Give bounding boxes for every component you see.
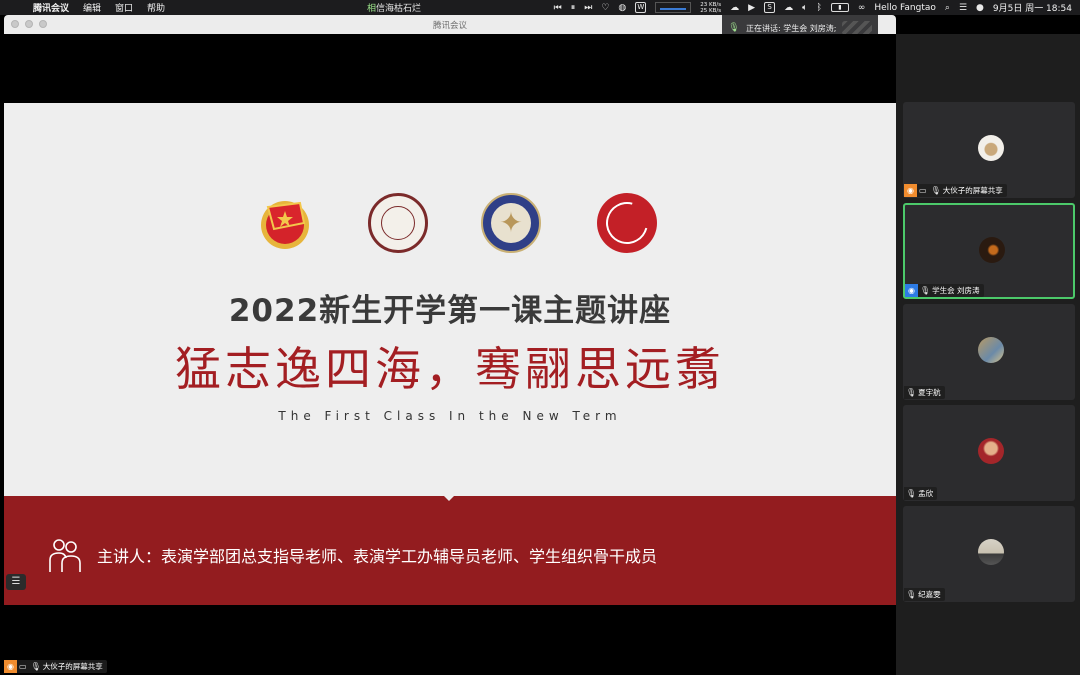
network-graph (655, 2, 692, 13)
participant-tile[interactable]: 🎙︎ 孟欣 (903, 405, 1075, 501)
icloud-icon[interactable]: ☁ (784, 3, 793, 13)
participant-name: 孟欣 (918, 489, 934, 498)
wechat-icon[interactable]: W (635, 2, 647, 13)
slide-subtitle: 猛志逸四海，骞翮思远翥 (175, 342, 725, 396)
s-app-icon[interactable]: S (764, 2, 776, 13)
cloud-icon[interactable]: ☁ (730, 3, 739, 13)
next-track-icon[interactable]: ⏭ (584, 3, 592, 13)
speaking-label: 正在讲话: 学生会 刘房涛; (746, 23, 837, 33)
participant-avatar (979, 237, 1005, 263)
star-emblem-icon (481, 193, 541, 253)
menu-help[interactable]: 帮助 (140, 1, 172, 14)
participant-name: 大伙子的屏幕共享 (942, 186, 1003, 195)
participant-tag: 🎙︎ 夏宇航 (904, 386, 945, 399)
participant-tile[interactable]: 🎙︎ 纪嘉雯 (903, 506, 1075, 602)
logo-row (4, 191, 896, 257)
slide-title: 2022新生开学第一课主题讲座 (228, 293, 672, 329)
student-union-emblem-icon (597, 193, 657, 253)
microphone-icon: 🎙︎ (30, 662, 41, 671)
menu-edit[interactable]: 编辑 (76, 1, 108, 14)
participant-name: 学生会 刘房涛 (932, 286, 980, 295)
participant-tag: 🎙︎ 孟欣 (904, 487, 938, 500)
participant-tag: ◉ ▭ 🎙︎ 大伙子的屏幕共享 (904, 184, 1007, 197)
people-icon (49, 539, 81, 572)
participant-name: 纪嘉雯 (918, 590, 941, 599)
control-center-icon[interactable]: ☰ (959, 3, 967, 13)
now-playing-title: 信海枯石烂 (376, 4, 422, 14)
participant-avatar (978, 135, 1004, 161)
speaker-avatar (842, 21, 873, 35)
pause-icon[interactable]: ⏸ (571, 3, 576, 13)
volume-icon[interactable]: 🔈︎ (802, 3, 807, 13)
microphone-muted-icon: 🎙︎ (906, 388, 917, 397)
participant-avatar (978, 438, 1004, 464)
list-icon[interactable]: ☰ (6, 574, 26, 590)
user-switch-icon[interactable]: ● (976, 3, 984, 13)
screen-share-icon: ▭ (19, 662, 27, 671)
participant-avatar (978, 337, 1004, 363)
play-circle-icon[interactable]: ▶ (748, 3, 755, 13)
bluetooth-icon[interactable]: ᛒ (816, 3, 821, 13)
microphone-muted-icon: 🎙︎ (906, 489, 917, 498)
speaker-band: 主讲人：表演学部团总支指导老师、表演学工办辅导员老师、学生组织骨干成员 (4, 495, 896, 605)
microphone-muted-icon: 🎙︎ (906, 590, 917, 599)
user-avatar-icon: ◉ (904, 184, 917, 197)
now-playing-prefix: 相 (367, 4, 377, 14)
stage-presenter-tag: ◉ ▭ 🎙︎ 大伙子的屏幕共享 (4, 660, 107, 673)
user-greeting[interactable]: Hello Fangtao (874, 3, 936, 13)
shared-slide: 2022新生开学第一课主题讲座 猛志逸四海，骞翮思远翥 The First Cl… (4, 103, 896, 605)
menu-bar: 腾讯会议 编辑 窗口 帮助 相信海枯石烂 ⏮ ⏸ ⏭ ♡ ◍ W 23 KB/s… (0, 0, 1080, 15)
menu-app[interactable]: 腾讯会议 (26, 1, 76, 14)
network-speed: 23 KB/s 25 KB/s (700, 2, 721, 14)
slide-english-subtitle: The First Class In the New Term (278, 409, 622, 423)
microphone-icon: 🎙︎ (728, 23, 740, 33)
net-down: 25 KB/s (700, 7, 722, 14)
participant-tile-active[interactable]: ◉ 🎙︎ 学生会 刘房涛 (903, 203, 1075, 299)
participant-tile[interactable]: 🎙︎ 夏宇航 (903, 304, 1075, 400)
menu-window[interactable]: 窗口 (108, 1, 140, 14)
participant-sidebar: ◉ ▭ 🎙︎ 大伙子的屏幕共享 ◉ 🎙︎ 学生会 刘房涛 🎙︎ 夏宇航 🎙︎ 孟… (896, 34, 1080, 675)
screen-share-icon: ▭ (919, 186, 927, 195)
previous-track-icon[interactable]: ⏮ (554, 3, 562, 13)
clock[interactable]: 9月5日 周一 18:54 (993, 1, 1072, 14)
band-notch (443, 495, 455, 501)
now-playing[interactable]: 相信海枯石烂 (367, 1, 421, 14)
participant-tag: ◉ 🎙︎ 学生会 刘房涛 (905, 284, 984, 297)
microphone-icon: 🎙︎ (920, 286, 931, 295)
status-area: ⏮ ⏸ ⏭ ♡ ◍ W 23 KB/s 25 KB/s ☁ ▶ S ☁ 🔈︎ ᛒ … (554, 0, 1072, 15)
user-avatar-icon: ◉ (905, 284, 918, 297)
search-icon[interactable]: ⌕ (945, 3, 950, 13)
participant-tile[interactable]: ◉ ▭ 🎙︎ 大伙子的屏幕共享 (903, 102, 1075, 198)
stage-presenter-name: 大伙子的屏幕共享 (42, 662, 103, 671)
user-avatar-icon: ◉ (4, 660, 17, 673)
youth-league-emblem-icon (261, 201, 309, 249)
participant-tag: 🎙︎ 纪嘉雯 (904, 588, 945, 601)
school-seal-icon (368, 193, 428, 253)
participant-name: 夏宇航 (918, 388, 941, 397)
speaker-list: 主讲人：表演学部团总支指导老师、表演学工办辅导员老师、学生组织骨干成员 (97, 547, 658, 566)
heart-icon[interactable]: ♡ (601, 3, 609, 13)
microphone-icon: 🎙︎ (930, 186, 941, 195)
globe-icon[interactable]: ◍ (618, 3, 626, 13)
participant-avatar (978, 539, 1004, 565)
battery-icon[interactable]: ▮ (830, 3, 849, 12)
link-icon[interactable]: ∞ (858, 3, 866, 13)
